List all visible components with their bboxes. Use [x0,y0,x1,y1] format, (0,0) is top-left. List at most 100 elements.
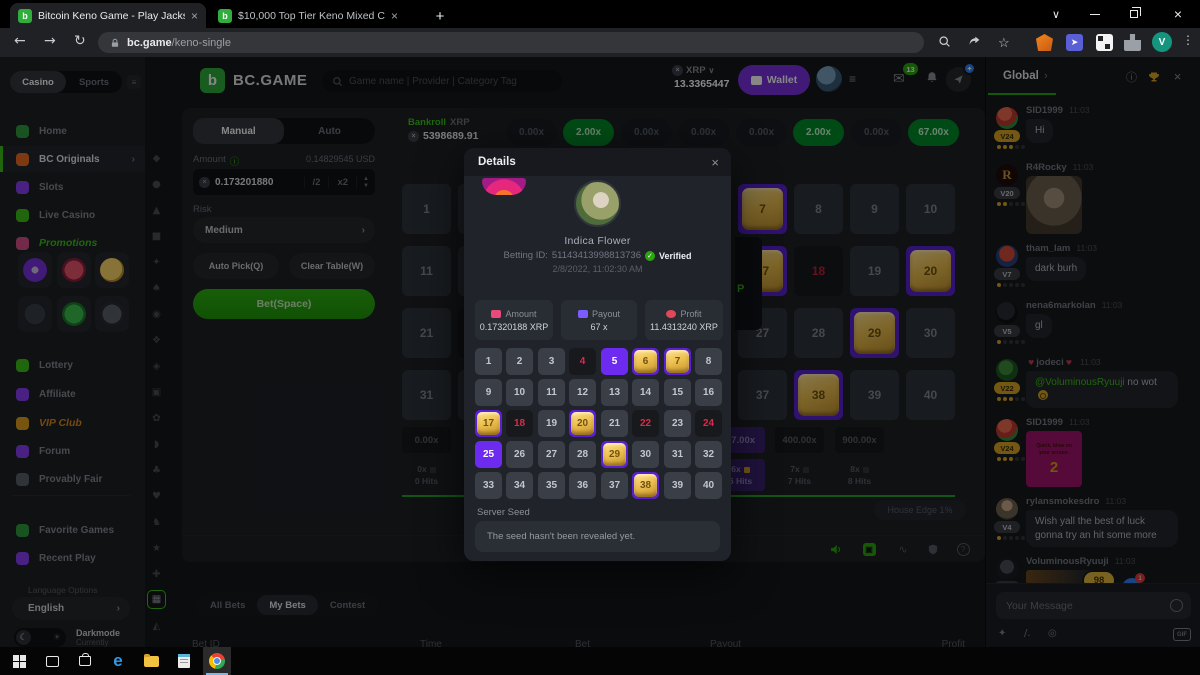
modal-number-cell: 33 [475,472,502,499]
modal-number-cell: 1 [475,348,502,375]
browser-addressbar: ← → ↻ bc.game/keno-single ☆ ➤ V ⋮ [0,28,1200,57]
modal-number-cell: 3 [538,348,565,375]
verified-label: Verified [659,251,692,261]
windows-taskbar: e [0,647,1200,675]
taskbar-store-icon[interactable] [71,647,99,675]
taskbar-task-view-icon[interactable] [38,647,66,675]
lock-icon [110,37,120,49]
stat-profit: Profit11.4313240 XRP [645,300,723,340]
modal-number-cell: 20 [569,410,596,437]
taskbar-chrome-icon[interactable] [203,647,231,675]
server-seed-value: The seed hasn't been revealed yet. [475,521,720,552]
taskbar-start-icon[interactable] [5,647,33,675]
taskbar-edge-icon[interactable]: e [104,647,132,675]
browser-tab[interactable]: b Bitcoin Keno Game - Play Jacks o × [10,3,206,28]
metamask-extension-icon[interactable] [1036,34,1053,51]
url-bar[interactable]: bc.game/keno-single [98,32,924,53]
medal-badge-fragment [482,178,526,195]
modal-number-cell: 34 [506,472,533,499]
modal-number-cell: 29 [601,441,628,468]
modal-number-cell: 31 [664,441,691,468]
modal-number-cell: 9 [475,379,502,406]
payout-icon [578,310,588,318]
profit-icon [666,310,676,318]
modal-number-cell: 15 [664,379,691,406]
modal-close-icon[interactable]: × [711,155,719,170]
amount-icon [491,310,501,318]
hit-gold-tile: 20 [571,412,594,435]
share-icon[interactable] [968,35,984,51]
modal-number-cell: 37 [601,472,628,499]
tab-close-icon[interactable]: × [391,9,398,23]
tab-close-icon[interactable]: × [191,9,198,23]
browser-tabstrip: b Bitcoin Keno Game - Play Jacks o × b $10,0… [0,0,1200,28]
cursor-extension-icon[interactable]: ➤ [1066,34,1083,51]
bcgame-favicon: b [218,9,232,23]
modal-number-cell: 14 [632,379,659,406]
forward-icon[interactable]: → [44,33,56,49]
modal-number-cell: 28 [569,441,596,468]
modal-number-cell: 4 [569,348,596,375]
modal-number-cell: 18 [506,410,533,437]
hit-gold-tile: 7 [666,350,689,373]
modal-number-cell: 17 [475,410,502,437]
tab-title: $10,000 Top Tier Keno Mixed Cha [238,10,385,22]
modal-number-cell: 8 [695,348,722,375]
modal-number-cell: 39 [664,472,691,499]
server-seed-label: Server Seed [477,507,530,518]
modal-number-cell: 21 [601,410,628,437]
player-avatar[interactable] [574,180,621,227]
desktop-screen: b Bitcoin Keno Game - Play Jacks o × b $10,0… [0,0,1200,675]
modal-number-cell: 25 [475,441,502,468]
modal-number-cell: 11 [538,379,565,406]
new-tab-button[interactable]: + [428,4,452,28]
taskbar-notepad-icon[interactable] [170,647,198,675]
modal-number-cell: 23 [664,410,691,437]
modal-number-cell: 16 [695,379,722,406]
tab-search-icon[interactable]: ∨ [1040,0,1072,28]
hit-gold-tile: 17 [477,412,500,435]
modal-number-cell: 26 [506,441,533,468]
modal-number-cell: 32 [695,441,722,468]
modal-title: Details [478,156,516,168]
stat-payout: Payout67 x [561,300,637,340]
modal-number-cell: 35 [538,472,565,499]
stat-amount: Amount0.17320188 XRP [475,300,553,340]
betting-id-value: 51143413998813736 [552,250,641,261]
modal-number-cell: 40 [695,472,722,499]
qr-extension-icon[interactable] [1096,34,1113,51]
bookmark-star-icon[interactable]: ☆ [998,35,1014,51]
url-path: /keno-single [172,37,231,49]
bet-timestamp: 2/8/2022, 11:02:30 AM [464,264,731,274]
modal-number-cell: 10 [506,379,533,406]
browser-profile-avatar[interactable]: V [1152,32,1172,52]
bcgame-favicon: b [18,9,32,23]
back-icon[interactable]: ← [14,33,26,49]
url-host: bc.game [127,37,172,49]
modal-number-cell: 7 [664,348,691,375]
betting-id-row: Betting ID: 51143413998813736 ✓ Verified [464,250,731,261]
modal-number-cell: 13 [601,379,628,406]
extensions-puzzle-icon[interactable] [1124,34,1141,51]
browser-tab[interactable]: b $10,000 Top Tier Keno Mixed Cha × [210,3,406,28]
stat-value: 0.17320188 XRP [480,322,549,332]
kebab-menu-icon[interactable]: ⋮ [1182,33,1194,47]
restore-button[interactable] [1114,0,1154,28]
modal-number-cell: 27 [538,441,565,468]
modal-number-cell: 36 [569,472,596,499]
hit-gold-tile: 6 [634,350,657,373]
reload-icon[interactable]: ↻ [74,33,86,49]
minimize-button[interactable] [1076,0,1114,28]
player-username: Indica Flower [464,235,731,247]
verified-shield-icon: ✓ [645,251,655,261]
zoom-search-icon[interactable] [938,35,954,51]
tab-title: Bitcoin Keno Game - Play Jacks o [38,10,185,22]
stat-value: 11.4313240 XRP [650,322,718,332]
hit-gold-tile: 38 [634,474,657,497]
taskbar-file-explorer-icon[interactable] [137,647,165,675]
modal-number-cell: 22 [632,410,659,437]
close-window-button[interactable]: × [1156,0,1200,28]
modal-number-cell: 6 [632,348,659,375]
modal-number-cell: 24 [695,410,722,437]
bet-details-modal: Details × Indica Flower Betting ID: 5114… [464,148,731,561]
